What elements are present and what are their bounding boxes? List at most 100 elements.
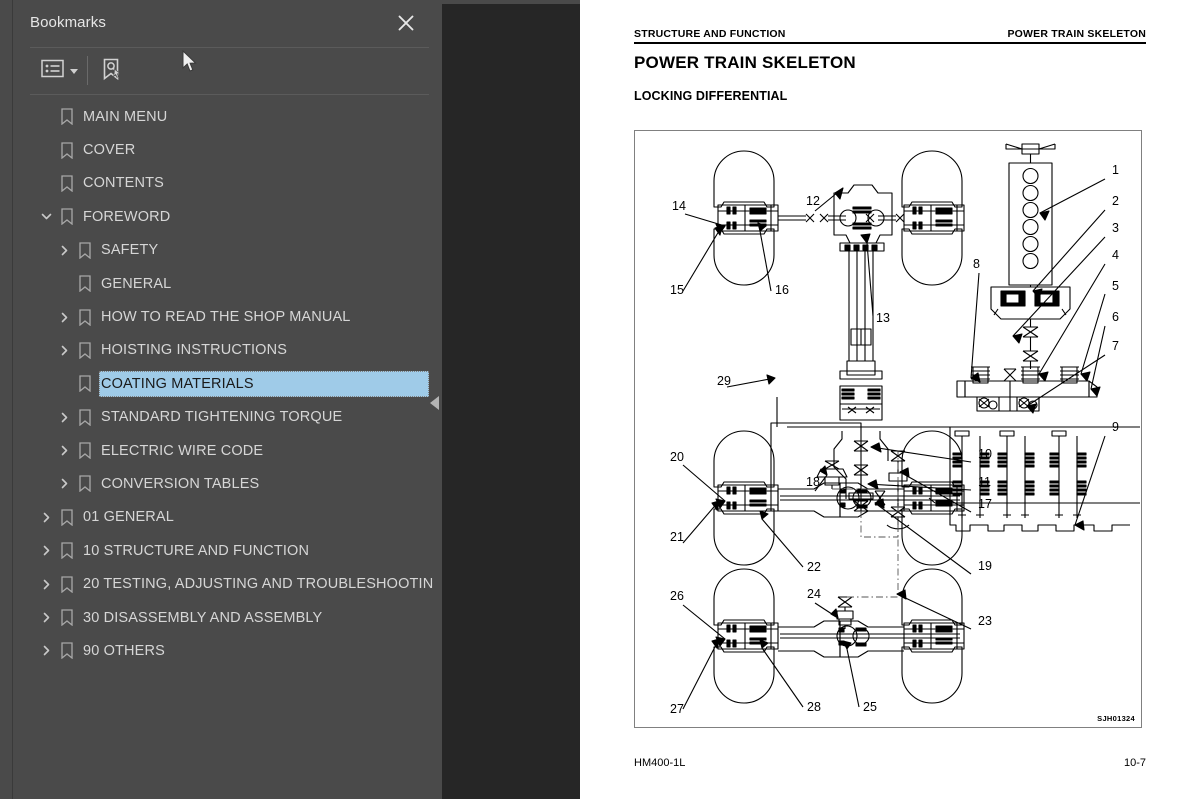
bookmark-icon — [78, 375, 92, 393]
bookmark-item[interactable]: CONTENTS — [13, 167, 442, 200]
callout-number: 26 — [670, 589, 684, 603]
bookmark-label: 01 GENERAL — [83, 509, 174, 526]
callout-number: 3 — [1112, 221, 1119, 235]
page-subtitle: LOCKING DIFFERENTIAL — [634, 89, 788, 103]
panel-title: Bookmarks — [30, 14, 106, 31]
rear-axle — [713, 568, 965, 704]
callout-number: 13 — [876, 311, 890, 325]
close-icon[interactable] — [395, 12, 417, 34]
bookmark-icon — [78, 442, 92, 460]
page-footer-number: 10-7 — [1123, 757, 1146, 769]
callout-number: 20 — [670, 450, 684, 464]
callout-number: 10 — [978, 447, 992, 461]
transmission — [928, 426, 1140, 532]
callout-number: 25 — [863, 700, 877, 714]
bookmarks-header: Bookmarks — [13, 0, 442, 47]
figure-frame: 1 2 3 4 5 6 7 8 9 10 11 12 13 14 15 16 17 18 19 20 21 22 23 24 2… — [634, 130, 1142, 728]
bookmark-item[interactable]: 10 STRUCTURE AND FUNCTION — [13, 534, 442, 567]
bookmark-item[interactable]: 20 TESTING, ADJUSTING AND TROUBLESHOOTIN — [13, 567, 442, 600]
bookmark-label: HOISTING INSTRUCTIONS — [101, 342, 288, 359]
chevron-right-icon[interactable] — [38, 543, 54, 559]
bookmark-item[interactable]: CONVERSION TABLES — [13, 467, 442, 500]
bookmark-tree[interactable]: MAIN MENU COVER CONTENTS FOREWORD SAFETY GENE… — [13, 100, 442, 799]
callout-number: 17 — [978, 497, 992, 511]
chevron-right-icon[interactable] — [56, 409, 72, 425]
chevron-right-icon[interactable] — [56, 242, 72, 258]
callout-number: 23 — [978, 614, 992, 628]
bookmark-item[interactable]: COVER — [13, 133, 442, 166]
callout-number: 5 — [1112, 279, 1119, 293]
chevron-right-icon[interactable] — [38, 509, 54, 525]
page-header-right: POWER TRAIN SKELETON — [1007, 28, 1146, 40]
bookmark-item[interactable]: ELECTRIC WIRE CODE — [13, 434, 442, 467]
callout-number: 11 — [978, 475, 991, 489]
bookmark-item[interactable]: FOREWORD — [13, 200, 442, 233]
callout-number: 16 — [775, 283, 789, 297]
callout-number: 2 — [1112, 194, 1119, 208]
chevron-right-icon[interactable] — [56, 309, 72, 325]
bookmark-label: STANDARD TIGHTENING TORQUE — [101, 409, 343, 426]
bookmark-icon — [60, 208, 74, 226]
callout-number: 18 — [806, 475, 820, 489]
bookmark-icon — [60, 509, 74, 526]
bookmark-label: 20 TESTING, ADJUSTING AND TROUBLESHOOTIN — [83, 576, 434, 593]
chevron-right-icon[interactable] — [38, 610, 54, 626]
bookmark-icon — [60, 542, 74, 560]
callout-number: 22 — [807, 560, 821, 574]
bookmarks-panel: Bookmarks MAIN MENU COVER CONTENTS FOREW… — [13, 0, 442, 799]
bookmark-label: SAFETY — [101, 242, 159, 259]
bookmark-icon — [78, 409, 92, 426]
find-bookmark-icon — [99, 57, 123, 86]
chevron-right-icon[interactable] — [56, 443, 72, 459]
page-footer-model: HM400-1L — [634, 757, 686, 769]
bookmark-icon — [78, 475, 92, 493]
collapse-left-icon[interactable] — [426, 390, 442, 416]
callout-number: 21 — [670, 530, 684, 544]
bookmark-item[interactable]: STANDARD TIGHTENING TORQUE — [13, 401, 442, 434]
callout-number: 29 — [717, 374, 731, 388]
callout-number: 27 — [670, 702, 684, 716]
page-header-left: STRUCTURE AND FUNCTION — [634, 28, 786, 40]
page-header-rule — [634, 42, 1146, 44]
callout-number: 14 — [672, 199, 686, 213]
chevron-right-icon[interactable] — [56, 342, 72, 358]
chevron-down-icon[interactable] — [38, 209, 54, 225]
chevron-right-icon[interactable] — [38, 576, 54, 592]
bookmark-item[interactable]: 01 GENERAL — [13, 501, 442, 534]
bookmark-label: CONVERSION TABLES — [101, 475, 260, 492]
bookmark-label: 10 STRUCTURE AND FUNCTION — [83, 542, 310, 559]
pdf-reader-window: Bookmarks MAIN MENU COVER CONTENTS FOREW… — [0, 0, 1200, 799]
power-train-skeleton-diagram: 123456789101112131415 1617181920212223242… — [670, 143, 1140, 716]
bookmark-item[interactable]: HOW TO READ THE SHOP MANUAL — [13, 300, 442, 333]
triangle-left-glyph — [429, 396, 439, 410]
bookmark-label: 30 DISASSEMBLY AND ASSEMBLY — [83, 609, 323, 626]
bookmark-label: GENERAL — [101, 275, 172, 292]
chevron-right-icon[interactable] — [56, 476, 72, 492]
chevron-right-icon[interactable] — [38, 643, 54, 659]
figure-code: SJH01324 — [1097, 714, 1135, 723]
bookmark-item[interactable]: HOISTING INSTRUCTIONS — [13, 334, 442, 367]
callout-number: 15 — [670, 283, 684, 297]
bookmark-icon — [60, 576, 74, 593]
callout-number: 19 — [978, 559, 992, 573]
chevron-down-icon — [70, 68, 78, 74]
bookmark-item[interactable]: 90 OTHERS — [13, 634, 442, 667]
bookmark-icon — [60, 108, 74, 126]
bookmark-icon — [78, 342, 92, 359]
page-title: POWER TRAIN SKELETON — [634, 53, 856, 72]
bookmark-item[interactable]: GENERAL — [13, 267, 442, 300]
toolbar-divider — [30, 94, 429, 95]
list-view-button[interactable] — [41, 57, 78, 85]
bookmark-icon — [60, 642, 74, 660]
callout-number: 9 — [1112, 420, 1119, 434]
bookmark-label: MAIN MENU — [83, 108, 168, 125]
callout-number: 8 — [973, 257, 980, 271]
bookmark-label: 90 OTHERS — [83, 642, 165, 659]
bookmark-item[interactable]: COATING MATERIALS — [13, 367, 442, 400]
bookmark-item[interactable]: SAFETY — [13, 234, 442, 267]
bookmark-item[interactable]: 30 DISASSEMBLY AND ASSEMBLY — [13, 601, 442, 634]
find-bookmark-button[interactable] — [99, 57, 123, 85]
center-axle — [713, 430, 965, 566]
front-axle — [713, 150, 965, 361]
bookmark-item[interactable]: MAIN MENU — [13, 100, 442, 133]
